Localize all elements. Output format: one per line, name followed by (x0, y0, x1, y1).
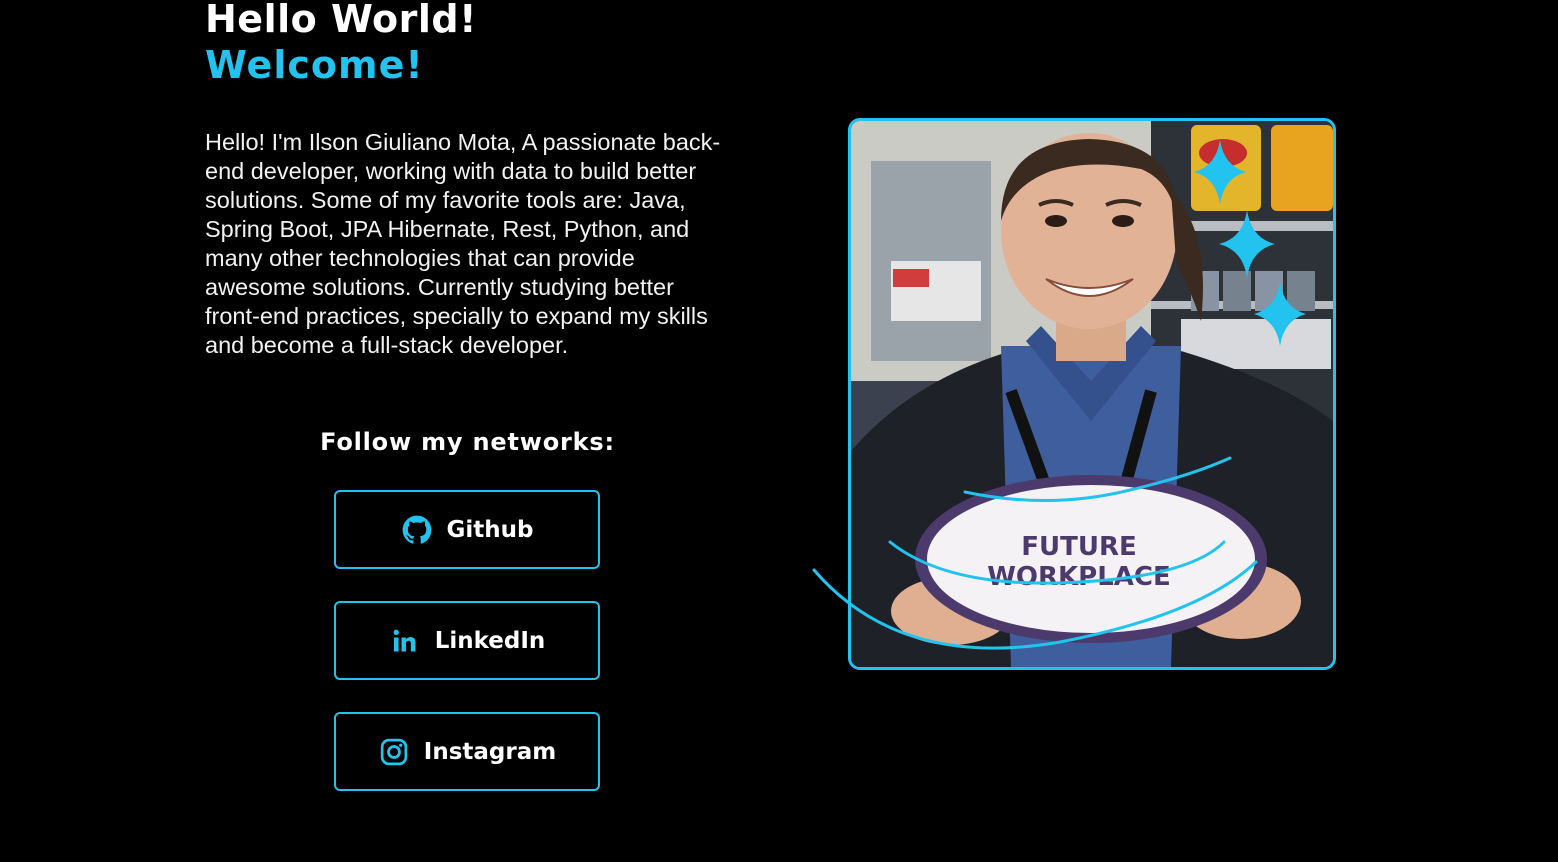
github-button[interactable]: Github (334, 490, 600, 569)
github-icon (401, 514, 433, 546)
welcome-heading: Welcome! (205, 43, 424, 87)
linkedin-button[interactable]: LinkedIn (334, 601, 600, 680)
follow-networks-heading: Follow my networks: (320, 428, 615, 456)
profile-photo: FUTURE WORKPLACE (848, 118, 1336, 670)
instagram-icon (378, 736, 410, 768)
github-label: Github (446, 516, 534, 543)
instagram-label: Instagram (423, 738, 557, 765)
linkedin-icon (389, 625, 421, 657)
linkedin-label: LinkedIn (434, 627, 546, 654)
future-workplace-sign: FUTURE WORKPLACE (915, 475, 1267, 643)
hello-heading: Hello World! (205, 0, 477, 41)
instagram-button[interactable]: Instagram (334, 712, 600, 791)
bio-paragraph: Hello! I'm Ilson Giuliano Mota, A passio… (205, 129, 721, 358)
sign-line2: WORKPLACE (987, 562, 1171, 592)
sign-line1: FUTURE (1021, 532, 1137, 562)
